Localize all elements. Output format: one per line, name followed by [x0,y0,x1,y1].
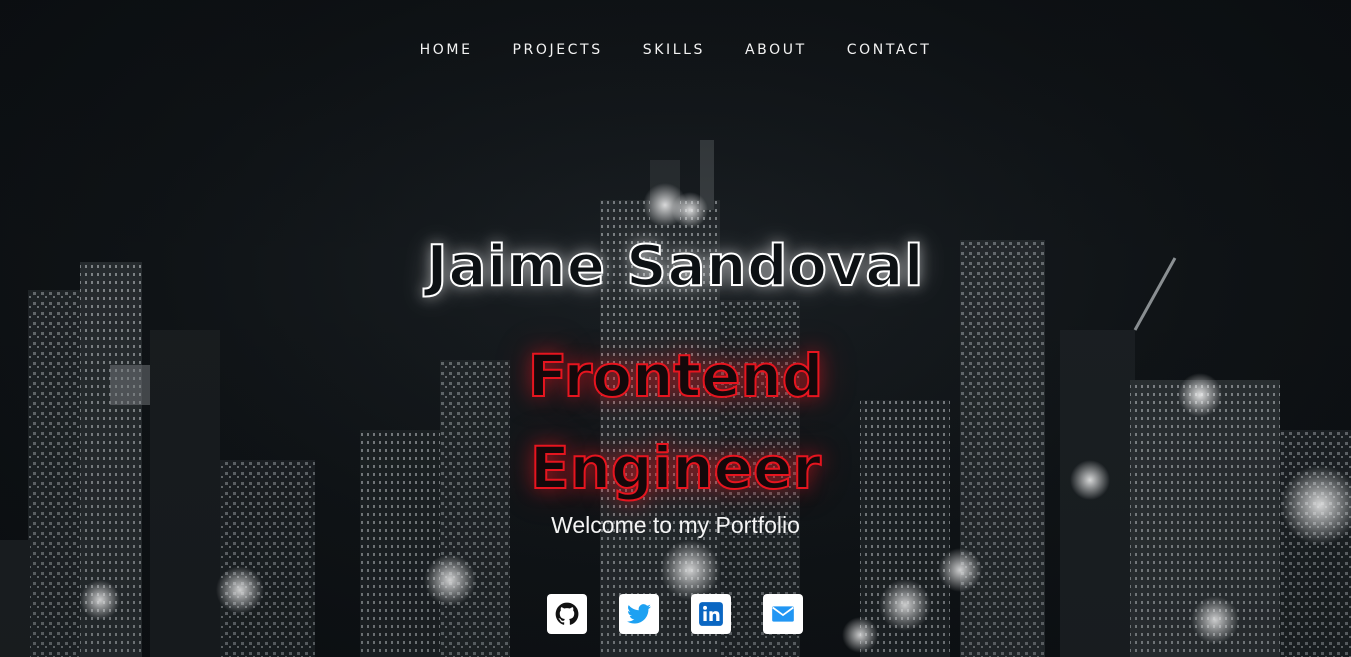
hero-role: Frontend Engineer [0,330,1351,514]
linkedin-icon [699,602,723,626]
hero-name: Jaime Sandoval [426,233,925,300]
linkedin-link[interactable] [691,594,731,634]
nav-projects-link[interactable]: PROJECTS [493,36,623,64]
background-dim-overlay [0,0,1351,657]
github-icon [555,602,579,625]
nav-contact-link[interactable]: CONTACT [827,36,952,64]
twitter-link[interactable] [619,594,659,634]
top-navigation: HOME PROJECTS SKILLS ABOUT CONTACT [0,36,1351,64]
github-link[interactable] [547,594,587,634]
twitter-icon [627,604,651,624]
nav-about-link[interactable]: ABOUT [725,36,827,64]
email-icon [772,606,794,622]
portfolio-page: HOME PROJECTS SKILLS ABOUT CONTACT Jaime… [0,0,1351,657]
welcome-text: Welcome to my Portfolio [551,512,800,538]
nav-home-link[interactable]: HOME [400,36,493,64]
social-links [547,594,803,634]
nav-skills-link[interactable]: SKILLS [623,36,725,64]
email-link[interactable] [763,594,803,634]
hero-role-line2: Engineer [529,433,822,503]
hero-role-line1: Frontend [527,341,825,411]
